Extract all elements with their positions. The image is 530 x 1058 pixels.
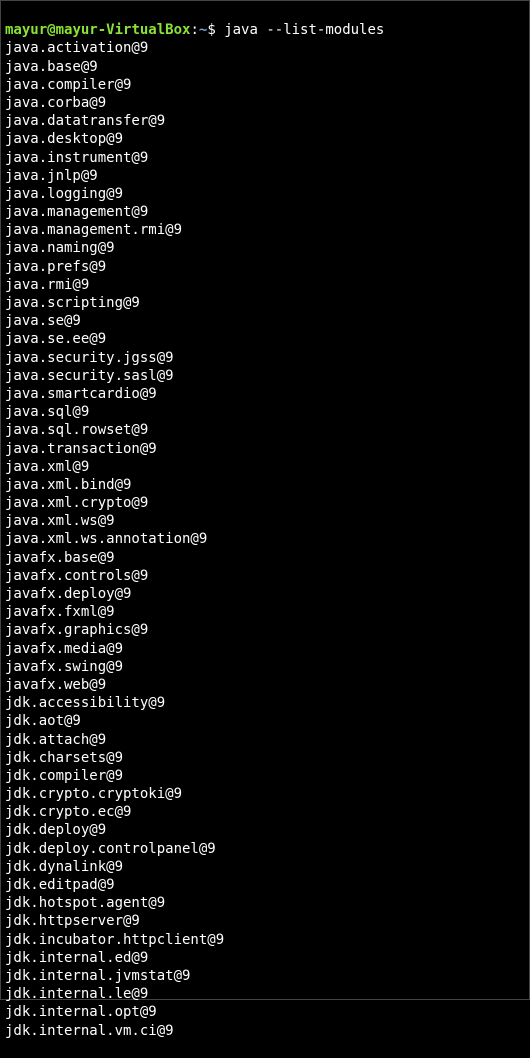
module-line: java.smartcardio@9 bbox=[5, 385, 525, 403]
module-line: jdk.attach@9 bbox=[5, 731, 525, 749]
module-line: java.desktop@9 bbox=[5, 130, 525, 148]
module-line: java.management.rmi@9 bbox=[5, 221, 525, 239]
module-line: java.scripting@9 bbox=[5, 294, 525, 312]
module-line: java.transaction@9 bbox=[5, 440, 525, 458]
module-line: java.sql@9 bbox=[5, 403, 525, 421]
module-line: javafx.graphics@9 bbox=[5, 621, 525, 639]
module-line: jdk.editpad@9 bbox=[5, 876, 525, 894]
prompt-dollar: $ bbox=[207, 22, 224, 38]
module-line: java.corba@9 bbox=[5, 94, 525, 112]
module-line: java.naming@9 bbox=[5, 239, 525, 257]
module-line: java.prefs@9 bbox=[5, 258, 525, 276]
prompt-colon: : bbox=[190, 22, 198, 38]
module-line: javafx.swing@9 bbox=[5, 658, 525, 676]
module-line: jdk.internal.ed@9 bbox=[5, 949, 525, 967]
module-line: java.xml@9 bbox=[5, 458, 525, 476]
module-line: java.rmi@9 bbox=[5, 276, 525, 294]
module-line: jdk.internal.opt@9 bbox=[5, 1003, 525, 1021]
module-line: java.compiler@9 bbox=[5, 76, 525, 94]
module-line: java.instrument@9 bbox=[5, 149, 525, 167]
module-line: java.datatransfer@9 bbox=[5, 112, 525, 130]
prompt-host: mayur-VirtualBox bbox=[56, 22, 191, 38]
module-line: java.jnlp@9 bbox=[5, 167, 525, 185]
prompt-line: mayur@mayur-VirtualBox:~$ java --list-mo… bbox=[5, 22, 384, 38]
module-line: jdk.crypto.ec@9 bbox=[5, 803, 525, 821]
command-text: java --list-modules bbox=[224, 22, 384, 38]
module-line: jdk.hotspot.agent@9 bbox=[5, 894, 525, 912]
module-line: java.xml.ws@9 bbox=[5, 512, 525, 530]
module-line: jdk.accessibility@9 bbox=[5, 694, 525, 712]
module-line: jdk.compiler@9 bbox=[5, 767, 525, 785]
module-line: java.sql.rowset@9 bbox=[5, 421, 525, 439]
module-line: java.base@9 bbox=[5, 58, 525, 76]
module-line: jdk.aot@9 bbox=[5, 712, 525, 730]
module-line: javafx.fxml@9 bbox=[5, 603, 525, 621]
module-line: jdk.internal.vm.ci@9 bbox=[5, 1022, 525, 1040]
output-list: java.activation@9java.base@9java.compile… bbox=[5, 39, 525, 1039]
module-line: javafx.web@9 bbox=[5, 676, 525, 694]
module-line: jdk.charsets@9 bbox=[5, 749, 525, 767]
module-line: java.logging@9 bbox=[5, 185, 525, 203]
module-line: jdk.incubator.httpclient@9 bbox=[5, 931, 525, 949]
module-line: java.se.ee@9 bbox=[5, 330, 525, 348]
module-line: javafx.media@9 bbox=[5, 640, 525, 658]
module-line: java.xml.crypto@9 bbox=[5, 494, 525, 512]
module-line: java.se@9 bbox=[5, 312, 525, 330]
prompt-at: @ bbox=[47, 22, 55, 38]
module-line: java.security.jgss@9 bbox=[5, 349, 525, 367]
module-line: javafx.controls@9 bbox=[5, 567, 525, 585]
module-line: javafx.base@9 bbox=[5, 549, 525, 567]
terminal-window[interactable]: mayur@mayur-VirtualBox:~$ java --list-mo… bbox=[5, 3, 525, 1058]
module-line: java.management@9 bbox=[5, 203, 525, 221]
module-line: jdk.internal.jvmstat@9 bbox=[5, 967, 525, 985]
module-line: jdk.internal.le@9 bbox=[5, 985, 525, 1003]
module-line: java.xml.bind@9 bbox=[5, 476, 525, 494]
module-line: java.activation@9 bbox=[5, 39, 525, 57]
module-line: javafx.deploy@9 bbox=[5, 585, 525, 603]
module-line: jdk.deploy@9 bbox=[5, 821, 525, 839]
prompt-user: mayur bbox=[5, 22, 47, 38]
module-line: jdk.httpserver@9 bbox=[5, 912, 525, 930]
module-line: java.security.sasl@9 bbox=[5, 367, 525, 385]
module-line: java.xml.ws.annotation@9 bbox=[5, 530, 525, 548]
module-line: jdk.deploy.controlpanel@9 bbox=[5, 840, 525, 858]
module-line: jdk.dynalink@9 bbox=[5, 858, 525, 876]
module-line: jdk.crypto.cryptoki@9 bbox=[5, 785, 525, 803]
